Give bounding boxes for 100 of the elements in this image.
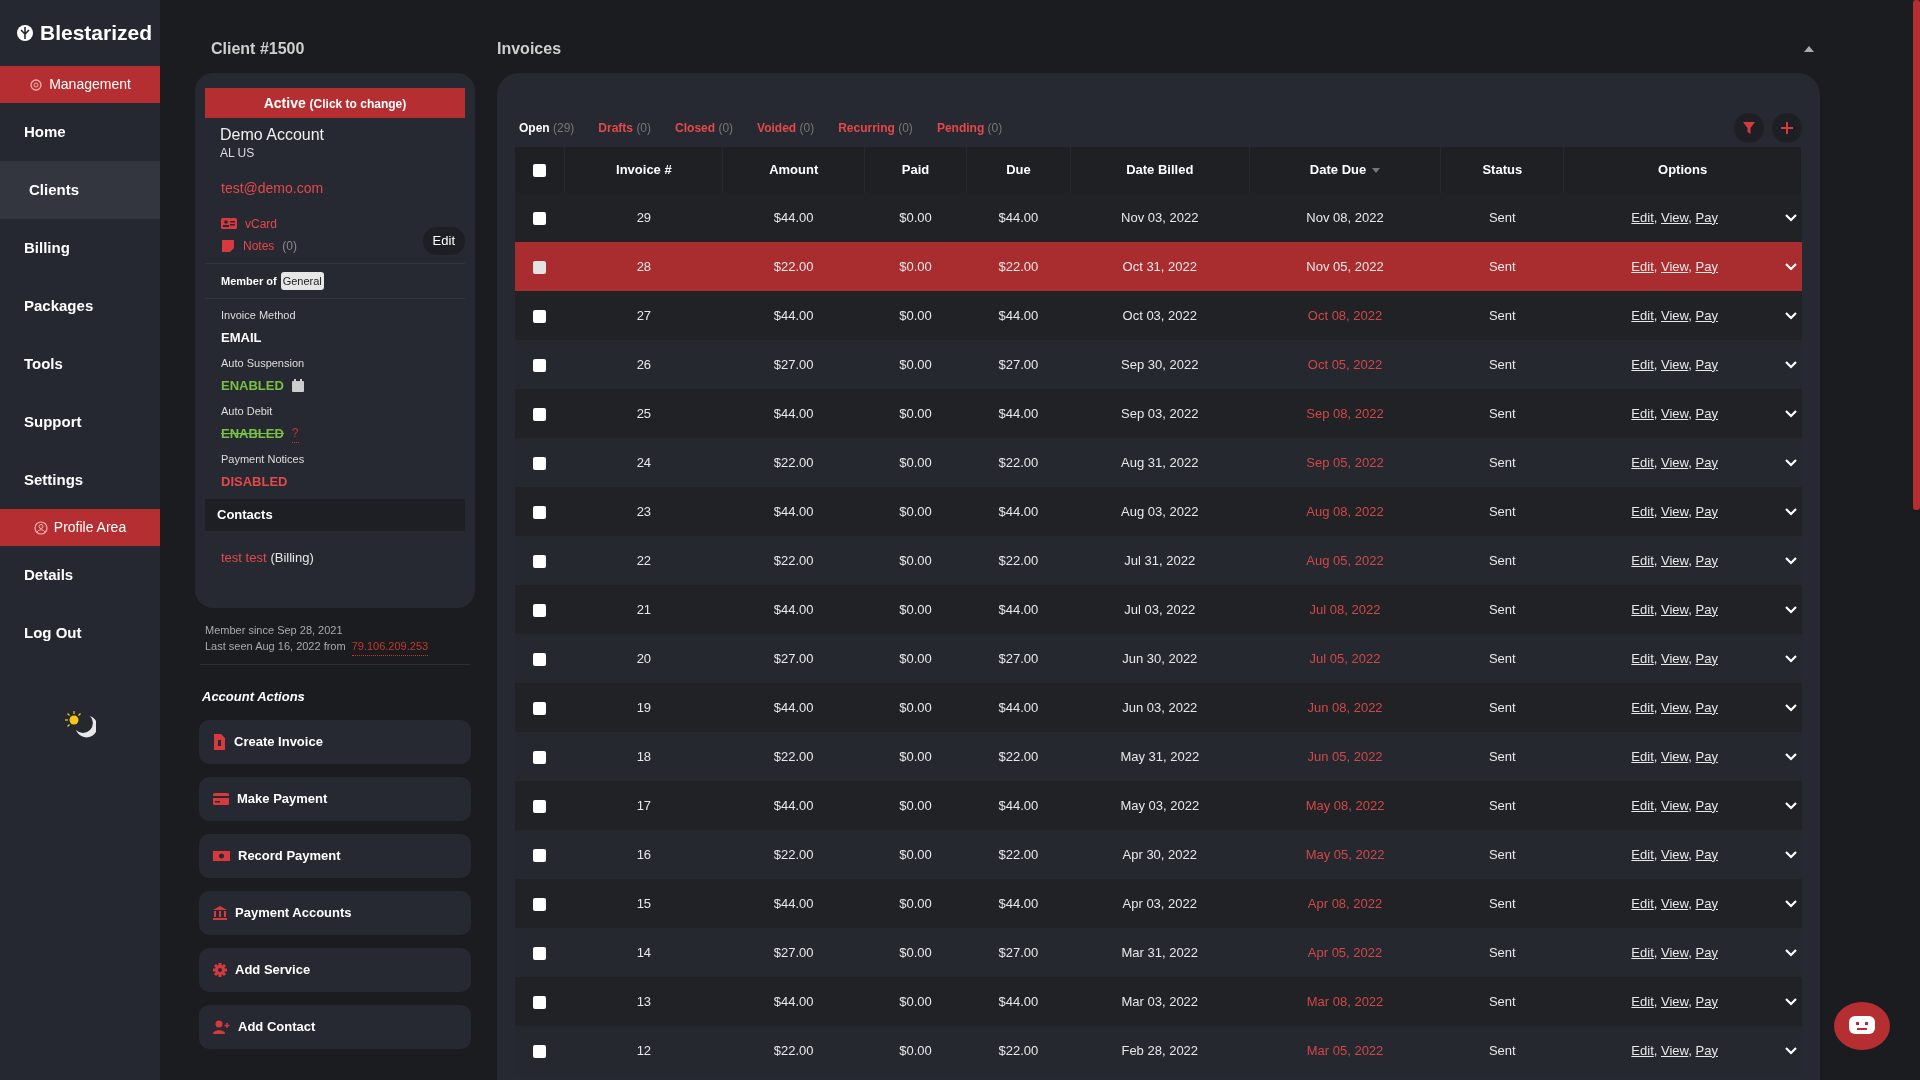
option-link[interactable]: Edit [1631,307,1654,323]
filter-tab[interactable]: Recurring (0) [838,119,913,137]
row-checkbox[interactable] [533,554,546,568]
add-button[interactable] [1772,113,1802,143]
expand-button[interactable] [1784,850,1797,859]
row-checkbox[interactable] [533,603,546,617]
expand-button[interactable] [1784,262,1797,271]
option-link[interactable]: Edit [1631,1042,1654,1058]
select-all-checkbox[interactable] [533,164,547,178]
action-button[interactable]: Make Payment [199,777,471,822]
sidebar-item[interactable]: Home [0,103,160,161]
expand-button[interactable] [1784,801,1797,810]
edit-button[interactable]: Edit [422,227,465,255]
option-link[interactable]: Edit [1631,209,1654,225]
option-link[interactable]: Pay [1695,601,1718,617]
option-link[interactable]: Pay [1695,356,1718,372]
row-checkbox[interactable] [533,456,546,470]
option-link[interactable]: Edit [1631,356,1654,372]
row-checkbox[interactable] [533,750,546,764]
option-link[interactable]: Pay [1695,650,1718,666]
sidebar-item[interactable]: Settings [0,451,160,509]
action-button[interactable]: Add Service [199,948,471,993]
chat-button[interactable] [1834,1002,1890,1050]
expand-button[interactable] [1784,605,1797,614]
email-link[interactable]: test@demo.com [221,179,324,196]
option-link[interactable]: Pay [1695,748,1718,764]
sidebar-item[interactable]: Billing [0,219,160,277]
sidebar-item[interactable]: Support [0,393,160,451]
action-button[interactable]: Payment Accounts [199,891,471,936]
option-link[interactable]: Pay [1695,454,1718,470]
expand-button[interactable] [1784,556,1797,565]
option-link[interactable]: Pay [1695,503,1718,519]
row-checkbox[interactable] [533,407,546,421]
filter-tab[interactable]: Pending (0) [936,119,1003,137]
option-link[interactable]: Edit [1631,699,1654,715]
column-header[interactable]: Options [1658,162,1708,178]
expand-button[interactable] [1784,213,1797,222]
expand-button[interactable] [1784,1046,1797,1055]
row-checkbox[interactable] [533,652,546,666]
column-header[interactable]: Amount [769,162,819,178]
row-checkbox[interactable] [533,701,546,715]
filter-tab[interactable]: Drafts (0) [598,119,652,137]
option-link[interactable]: Edit [1631,405,1654,421]
column-header[interactable]: Due [1006,162,1031,178]
sidebar-section[interactable]: Profile Area [0,509,160,546]
option-link[interactable]: Edit [1631,503,1654,519]
status-button[interactable]: Active (Click to change) [205,88,465,118]
row-checkbox[interactable] [533,211,546,225]
calendar-icon[interactable] [291,378,304,392]
action-button[interactable]: Create Invoice [199,720,471,765]
action-button[interactable]: Record Payment [199,834,471,879]
option-link[interactable]: Pay [1695,258,1718,274]
option-link[interactable]: Edit [1631,944,1654,960]
notes-link[interactable]: Notes [243,236,275,255]
sidebar-item[interactable]: Tools [0,335,160,393]
expand-button[interactable] [1784,507,1797,516]
option-link[interactable]: Pay [1695,1042,1718,1058]
option-link[interactable]: Edit [1631,748,1654,764]
filter-button[interactable] [1734,113,1764,143]
action-button[interactable]: Add Contact [199,1005,471,1050]
option-link[interactable]: Pay [1695,895,1718,911]
sidebar-item[interactable]: Details [0,546,160,604]
option-link[interactable]: Edit [1631,993,1654,1009]
row-checkbox[interactable] [533,799,546,813]
option-link[interactable]: Pay [1695,846,1718,862]
expand-button[interactable] [1784,703,1797,712]
option-link[interactable]: Pay [1695,699,1718,715]
row-checkbox[interactable] [533,946,546,960]
column-header[interactable]: Date Billed [1126,162,1194,178]
expand-button[interactable] [1784,360,1797,369]
sidebar-item[interactable]: Log Out [0,604,160,662]
option-link[interactable]: Edit [1631,454,1654,470]
option-link[interactable]: Pay [1695,797,1718,813]
filter-tab[interactable]: Closed (0) [675,119,734,137]
option-link[interactable]: Pay [1695,552,1718,568]
option-link[interactable]: Pay [1695,993,1718,1009]
expand-button[interactable] [1784,948,1797,957]
option-link[interactable]: Pay [1695,405,1718,421]
row-checkbox[interactable] [533,848,546,862]
column-header[interactable]: Invoice # [616,162,672,178]
expand-button[interactable] [1784,752,1797,761]
sidebar-item[interactable]: Packages [0,277,160,335]
sidebar-item[interactable]: Clients [0,161,160,219]
row-checkbox[interactable] [533,505,546,519]
option-link[interactable]: Edit [1631,650,1654,666]
option-link[interactable]: Edit [1631,797,1654,813]
expand-button[interactable] [1784,458,1797,467]
option-link[interactable]: Pay [1695,307,1718,323]
expand-button[interactable] [1784,409,1797,418]
filter-tab[interactable]: Voided (0) [757,119,815,137]
option-link[interactable]: Edit [1631,895,1654,911]
option-link[interactable]: Edit [1631,846,1654,862]
vcard-link[interactable]: vCard [245,214,277,233]
filter-tab[interactable]: Open (29) [519,119,575,137]
expand-button[interactable] [1784,899,1797,908]
column-header[interactable]: Date Due [1309,162,1367,178]
column-header[interactable]: Status [1482,162,1523,178]
row-checkbox[interactable] [533,1044,546,1058]
option-link[interactable]: Edit [1631,552,1654,568]
row-checkbox[interactable] [533,995,546,1009]
